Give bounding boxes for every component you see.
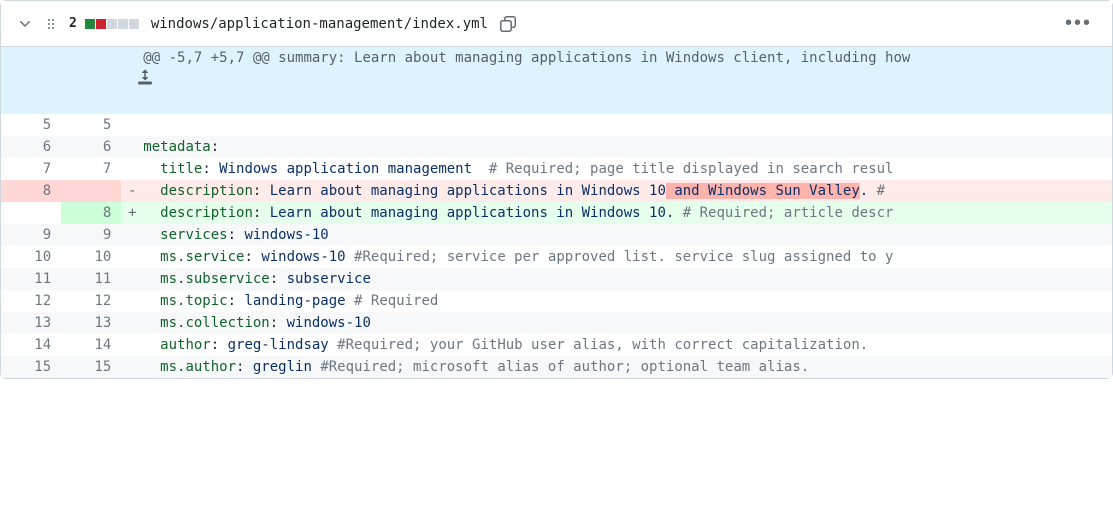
diff-line: 1313 ms.collection: windows-10 — [1, 312, 1112, 334]
diff-line: 8+ description: Learn about managing app… — [1, 202, 1112, 224]
line-number-old[interactable]: 14 — [1, 334, 61, 356]
line-number-old[interactable]: 7 — [1, 158, 61, 180]
code-cell[interactable]: ms.service: windows-10 #Required; servic… — [143, 246, 1112, 268]
code-cell[interactable]: author: greg-lindsay #Required; your Git… — [143, 334, 1112, 356]
code-cell[interactable]: ms.topic: landing-page # Required — [143, 290, 1112, 312]
code-cell[interactable]: ms.subservice: subservice — [143, 268, 1112, 290]
diff-table: @@ -5,7 +5,7 @@ summary: Learn about man… — [1, 47, 1112, 378]
diff-marker — [121, 114, 143, 136]
diff-line: 1111 ms.subservice: subservice — [1, 268, 1112, 290]
line-number-old[interactable]: 5 — [1, 114, 61, 136]
diff-line: 1414 author: greg-lindsay #Required; you… — [1, 334, 1112, 356]
diffstat-neutral-block — [118, 19, 128, 29]
line-number-new[interactable]: 12 — [61, 290, 121, 312]
line-number-new[interactable]: 8 — [61, 202, 121, 224]
file-menu-button[interactable]: ••• — [1061, 8, 1096, 39]
code-cell[interactable]: ms.author: greglin #Required; microsoft … — [143, 356, 1112, 378]
line-number-old[interactable]: 15 — [1, 356, 61, 378]
diff-marker: + — [121, 202, 143, 224]
diffstat-neutral-block — [129, 19, 139, 29]
code-cell[interactable]: description: Learn about managing applic… — [143, 202, 1112, 224]
line-number-new[interactable] — [61, 180, 121, 202]
diffstat[interactable] — [85, 19, 139, 29]
diff-marker — [121, 334, 143, 356]
diff-line: 77 title: Windows application management… — [1, 158, 1112, 180]
diff-marker — [121, 136, 143, 158]
line-number-old[interactable]: 8 — [1, 180, 61, 202]
hunk-header-text: @@ -5,7 +5,7 @@ summary: Learn about man… — [143, 47, 1112, 114]
code-cell[interactable]: services: windows-10 — [143, 224, 1112, 246]
diffstat-neutral-block — [107, 19, 117, 29]
line-number-new[interactable]: 9 — [61, 224, 121, 246]
collapse-toggle[interactable] — [17, 16, 33, 32]
drag-handle-icon[interactable] — [43, 16, 59, 32]
line-number-old[interactable] — [1, 202, 61, 224]
diff-marker — [121, 312, 143, 334]
code-cell[interactable] — [143, 114, 1112, 136]
line-number-old[interactable]: 13 — [1, 312, 61, 334]
line-number-new[interactable]: 15 — [61, 356, 121, 378]
line-number-new[interactable]: 6 — [61, 136, 121, 158]
diff-marker — [121, 268, 143, 290]
diff-marker — [121, 356, 143, 378]
diff-marker — [121, 158, 143, 180]
code-cell[interactable]: title: Windows application management # … — [143, 158, 1112, 180]
change-count: 2 — [69, 16, 77, 31]
diffstat-del-block — [96, 19, 106, 29]
line-number-new[interactable]: 13 — [61, 312, 121, 334]
code-cell[interactable]: description: Learn about managing applic… — [143, 180, 1112, 202]
diffstat-add-block — [85, 19, 95, 29]
line-number-new[interactable]: 7 — [61, 158, 121, 180]
copy-path-button[interactable] — [500, 16, 516, 32]
diff-marker — [121, 224, 143, 246]
line-number-old[interactable]: 12 — [1, 290, 61, 312]
unfold-icon — [95, 69, 195, 85]
expand-hunk[interactable] — [1, 47, 121, 114]
diff-file: 2 windows/application-management/index.y… — [0, 0, 1113, 379]
line-number-new[interactable]: 11 — [61, 268, 121, 290]
hunk-header-row: @@ -5,7 +5,7 @@ summary: Learn about man… — [1, 47, 1112, 114]
diff-marker — [121, 246, 143, 268]
line-number-old[interactable]: 11 — [1, 268, 61, 290]
line-number-new[interactable]: 5 — [61, 114, 121, 136]
diff-line: 1515 ms.author: greglin #Required; micro… — [1, 356, 1112, 378]
line-number-old[interactable]: 9 — [1, 224, 61, 246]
diff-line: 1212 ms.topic: landing-page # Required — [1, 290, 1112, 312]
line-number-new[interactable]: 14 — [61, 334, 121, 356]
line-number-old[interactable]: 10 — [1, 246, 61, 268]
code-cell[interactable]: ms.collection: windows-10 — [143, 312, 1112, 334]
diff-line: 66 metadata: — [1, 136, 1112, 158]
file-header: 2 windows/application-management/index.y… — [1, 1, 1112, 47]
diff-line: 99 services: windows-10 — [1, 224, 1112, 246]
line-number-old[interactable]: 6 — [1, 136, 61, 158]
diff-line: 8 - description: Learn about managing app… — [1, 180, 1112, 202]
line-number-new[interactable]: 10 — [61, 246, 121, 268]
diff-marker — [121, 290, 143, 312]
diff-marker: - — [121, 180, 143, 202]
file-path[interactable]: windows/application-management/index.yml — [151, 16, 488, 32]
diff-line: 55 — [1, 114, 1112, 136]
code-cell[interactable]: metadata: — [143, 136, 1112, 158]
diff-line: 1010 ms.service: windows-10 #Required; s… — [1, 246, 1112, 268]
